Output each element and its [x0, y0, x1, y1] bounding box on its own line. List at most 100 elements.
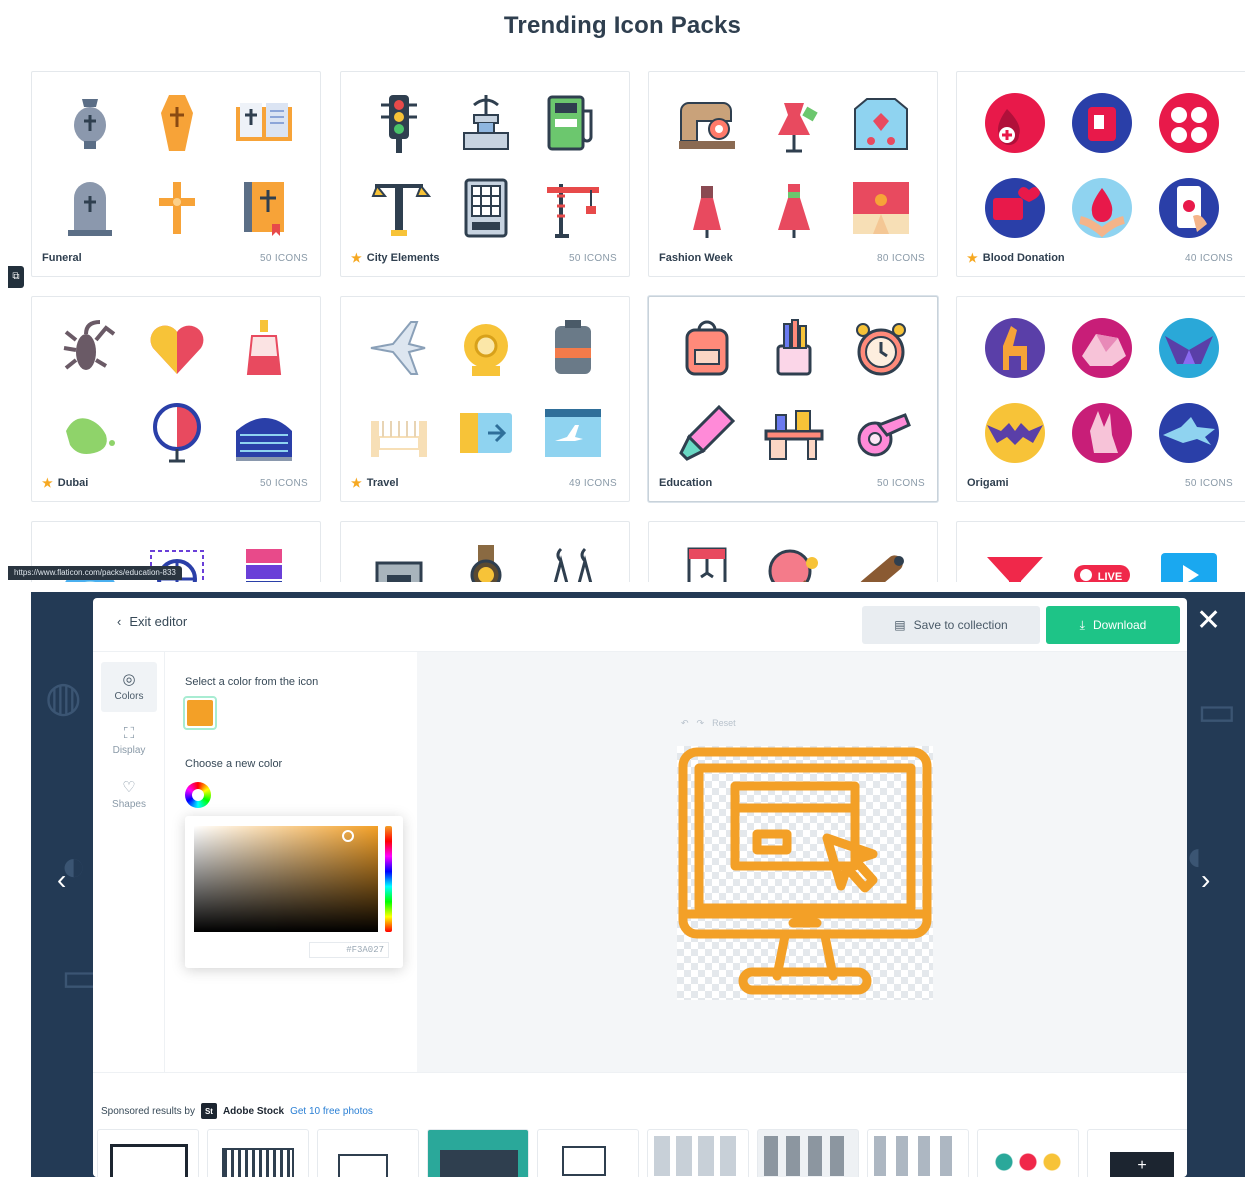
origami-elephant-icon: [1058, 305, 1145, 390]
saturation-value-area[interactable]: [194, 826, 378, 932]
color-panel: Select a color from the icon Choose a ne…: [165, 652, 417, 1072]
svg-text:LIVE: LIVE: [1098, 571, 1122, 582]
pack-name: Origami: [967, 477, 1009, 489]
school-bag-icon: [663, 305, 750, 390]
pack-card-fashion-week[interactable]: Fashion Week 80 ICONS: [648, 71, 938, 277]
pack-card-dubai[interactable]: ★ Dubai 50 ICONS: [31, 296, 321, 502]
stock-thumbnail[interactable]: [427, 1129, 529, 1177]
pack-card-education[interactable]: Education 50 ICONS: [648, 296, 938, 502]
pack-footer: Fashion Week 80 ICONS: [659, 250, 925, 266]
pack-preview: [971, 80, 1233, 250]
stock-thumbnail[interactable]: [647, 1129, 749, 1177]
tool-colors[interactable]: ◎ Colors: [101, 662, 157, 712]
saturation-handle[interactable]: [342, 830, 354, 842]
status-bar-url: https://www.flaticon.com/packs/education…: [8, 566, 182, 580]
airplane-icon: [355, 305, 442, 390]
next-arrow-icon[interactable]: ›: [1201, 864, 1210, 896]
fireplace-icon: [355, 530, 442, 582]
pack-card-partial[interactable]: [648, 521, 938, 582]
save-to-collection-button[interactable]: ▤ Save to collection: [862, 606, 1040, 644]
origami-giraffe-icon: [971, 305, 1058, 390]
tool-display[interactable]: ⛶ Display: [101, 716, 157, 766]
stock-thumbnail[interactable]: [97, 1129, 199, 1177]
shapes-icon: ♡: [122, 779, 136, 796]
adobe-stock-logo-icon: St: [200, 1103, 217, 1119]
pack-count: 50 ICONS: [260, 477, 308, 489]
play-button-icon: [1146, 530, 1233, 582]
pack-card-funeral[interactable]: Funeral 50 ICONS: [31, 71, 321, 277]
download-button[interactable]: ⤓ Download: [1046, 606, 1180, 644]
whistle-icon: [838, 390, 925, 475]
hue-slider[interactable]: [385, 826, 392, 932]
flight-board-icon: [530, 390, 617, 475]
watch-icon: [442, 530, 529, 582]
color-wheel-icon[interactable]: [185, 782, 211, 808]
sweater-icon: [838, 80, 925, 165]
stock-thumbnail[interactable]: [757, 1129, 859, 1177]
pack-card-blood-donation[interactable]: ★ Blood Donation 40 ICONS: [956, 71, 1245, 277]
traffic-light-icon: [355, 80, 442, 165]
previous-arrow-icon[interactable]: ‹: [57, 864, 66, 896]
pack-name: Blood Donation: [982, 252, 1065, 264]
pack-preview: [971, 305, 1233, 475]
pack-card-partial[interactable]: LIVE: [956, 521, 1245, 582]
stock-thumbnail[interactable]: [867, 1129, 969, 1177]
blood-drop-icon: [971, 80, 1058, 165]
sponsor-prefix: Sponsored results by: [101, 1105, 195, 1117]
sponsor-line: Sponsored results by St Adobe Stock Get …: [101, 1103, 373, 1119]
pack-count: 50 ICONS: [1185, 477, 1233, 489]
editor-header: ‹ Exit editor ▤ Save to collection ⤓ Dow…: [93, 598, 1187, 652]
free-photos-link[interactable]: Get 10 free photos: [290, 1106, 373, 1117]
urn-icon: [46, 80, 133, 165]
pack-card-city-elements[interactable]: ★ City Elements 50 ICONS: [340, 71, 630, 277]
trending-packs-section: Trending Icon Packs ⧉ Funeral 50 ICONS ★…: [0, 0, 1245, 582]
alarm-clock-icon: [838, 305, 925, 390]
close-icon[interactable]: ✕: [1196, 606, 1221, 636]
perfume-icon: [221, 305, 308, 390]
pack-preview: [46, 80, 308, 250]
stock-thumbnail[interactable]: +: [1087, 1129, 1187, 1177]
background-card: ▭: [1197, 687, 1237, 734]
pack-card-partial[interactable]: [340, 521, 630, 582]
bookmark-icon: ▤: [894, 618, 906, 632]
live-icon: LIVE: [1058, 530, 1145, 582]
exit-editor-label: Exit editor: [129, 614, 188, 629]
pack-preview: [355, 530, 617, 582]
stock-thumbnail[interactable]: [977, 1129, 1079, 1177]
undo-icon[interactable]: ↶: [681, 718, 689, 729]
pack-footer: ★ Travel 49 ICONS: [351, 475, 617, 491]
stock-thumbnail[interactable]: [207, 1129, 309, 1177]
current-color-swatch[interactable]: [183, 696, 217, 730]
exit-editor-button[interactable]: ‹ Exit editor: [117, 614, 187, 629]
hex-input[interactable]: #F3A027: [309, 942, 389, 958]
pack-card-travel[interactable]: ★ Travel 49 ICONS: [340, 296, 630, 502]
map-icon: [46, 390, 133, 475]
origami-crane-icon: [1146, 305, 1233, 390]
pack-preview: [663, 530, 925, 582]
crane-icon: [530, 165, 617, 250]
tool-label: Shapes: [112, 799, 146, 810]
stock-thumbnail[interactable]: [317, 1129, 419, 1177]
bed-icon: [355, 390, 442, 475]
vending-machine-icon: [442, 165, 529, 250]
swatch-fill: [187, 700, 213, 726]
phone-donation-icon: [1146, 165, 1233, 250]
save-label: Save to collection: [913, 618, 1008, 632]
heart-icon: [133, 305, 220, 390]
computer-click-icon: [678, 747, 932, 995]
pack-count: 50 ICONS: [569, 252, 617, 264]
history-controls: ↶ ↷ Reset: [681, 718, 736, 729]
select-color-label: Select a color from the icon: [185, 676, 319, 688]
pack-card-origami[interactable]: Origami 50 ICONS: [956, 296, 1245, 502]
side-tab-icon[interactable]: ⧉: [8, 266, 24, 288]
pack-footer: ★ Blood Donation 40 ICONS: [967, 250, 1233, 266]
pack-name: Funeral: [42, 252, 82, 264]
tool-shapes[interactable]: ♡ Shapes: [101, 770, 157, 820]
stock-thumbnail[interactable]: [537, 1129, 639, 1177]
origami-bat-icon: [971, 390, 1058, 475]
diving-helmet-icon: [442, 305, 529, 390]
color-picker-popover: #F3A027: [185, 816, 403, 968]
reset-button[interactable]: Reset: [712, 718, 736, 729]
star-icon: ★: [967, 251, 978, 265]
redo-icon[interactable]: ↷: [697, 718, 705, 729]
